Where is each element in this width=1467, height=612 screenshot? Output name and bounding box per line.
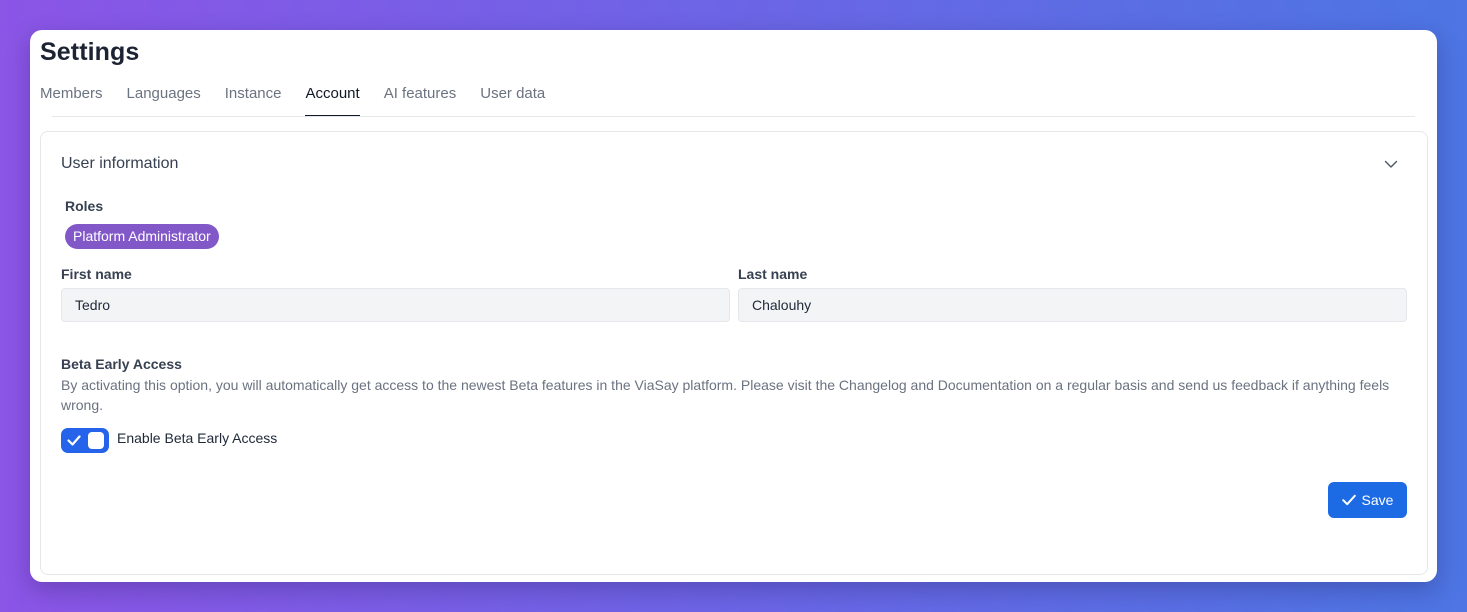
last-name-field[interactable] <box>738 288 1407 322</box>
settings-window: Settings Members Languages Instance Acco… <box>30 30 1437 582</box>
tab-instance[interactable]: Instance <box>225 84 282 117</box>
tab-members[interactable]: Members <box>40 84 103 117</box>
check-icon <box>67 435 81 446</box>
beta-toggle-label[interactable]: Enable Beta Early Access <box>117 430 277 446</box>
tab-languages[interactable]: Languages <box>127 84 201 117</box>
save-label: Save <box>1361 492 1394 508</box>
roles-label: Roles <box>65 198 104 214</box>
tab-user-data[interactable]: User data <box>480 84 545 117</box>
tabs-divider <box>52 116 1415 117</box>
last-name-label: Last name <box>738 266 808 282</box>
check-icon <box>1341 494 1356 506</box>
save-button[interactable]: Save <box>1328 482 1407 518</box>
toggle-knob <box>88 432 104 449</box>
first-name-label: First name <box>61 266 132 282</box>
tab-ai-features[interactable]: AI features <box>384 84 457 117</box>
tab-account[interactable]: Account <box>305 84 360 117</box>
beta-toggle[interactable] <box>61 428 109 453</box>
chevron-down-icon[interactable] <box>1383 156 1399 172</box>
first-name-field[interactable] <box>61 288 730 322</box>
beta-title: Beta Early Access <box>61 356 182 372</box>
role-badge: Platform Administrator <box>65 224 219 249</box>
settings-tabs: Members Languages Instance Account AI fe… <box>40 84 545 117</box>
beta-description: By activating this option, you will auto… <box>61 377 1390 413</box>
page-title: Settings <box>40 38 140 66</box>
user-information-card: User information Roles Platform Administ… <box>40 131 1428 575</box>
card-title: User information <box>61 155 179 172</box>
